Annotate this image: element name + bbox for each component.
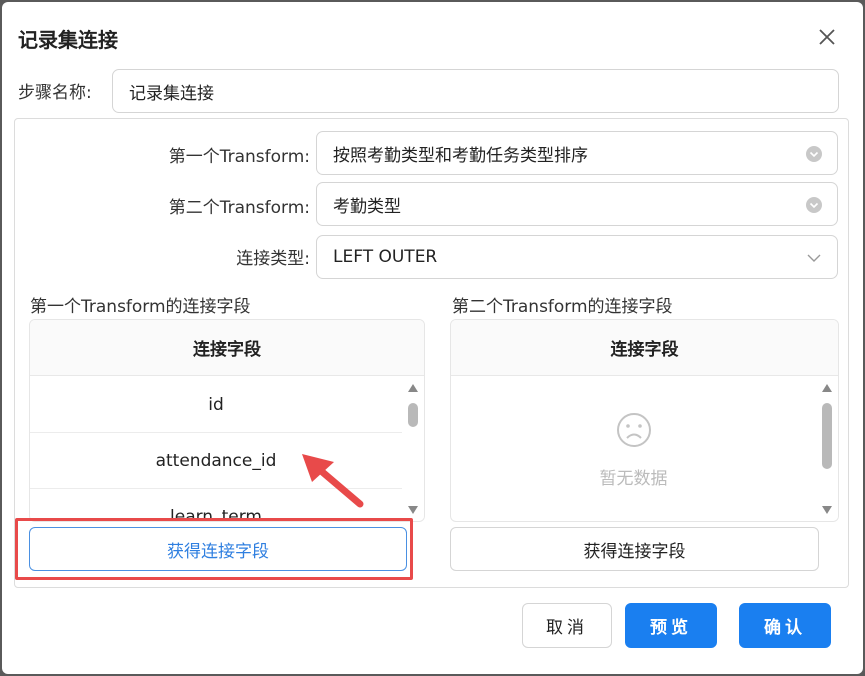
preview-button[interactable]: 预览 — [625, 603, 717, 648]
left-scroll-thumb[interactable] — [408, 403, 418, 427]
right-scroll-thumb[interactable] — [822, 403, 832, 469]
right-join-fields-table: 连接字段 暂无数据 — [450, 319, 839, 522]
scroll-down-icon[interactable] — [407, 505, 419, 515]
scroll-up-icon[interactable] — [821, 383, 833, 393]
left-table-header: 连接字段 — [30, 320, 424, 376]
close-icon[interactable] — [814, 24, 840, 50]
empty-state: 暂无数据 — [451, 377, 816, 521]
second-transform-label: 第二个Transform: — [168, 198, 310, 218]
join-type-value: LEFT OUTER — [333, 247, 438, 267]
scroll-up-icon[interactable] — [407, 383, 419, 393]
table-row[interactable]: learn_term — [30, 489, 402, 522]
right-section-title: 第二个Transform的连接字段 — [452, 297, 673, 317]
join-type-select[interactable]: LEFT OUTER — [316, 235, 838, 279]
left-table-scrollbar[interactable] — [402, 377, 424, 521]
first-transform-value: 按照考勤类型和考勤任务类型排序 — [333, 145, 588, 166]
left-join-fields-table: 连接字段 id attendance_id learn_term — [29, 319, 425, 522]
right-table-header: 连接字段 — [451, 320, 838, 376]
scroll-down-icon[interactable] — [821, 505, 833, 515]
get-left-fields-button[interactable]: 获得连接字段 — [29, 527, 407, 571]
confirm-button[interactable]: 确认 — [739, 603, 831, 648]
chevron-down-icon — [805, 249, 823, 267]
clear-circle-icon[interactable] — [805, 145, 823, 163]
empty-text: 暂无数据 — [599, 468, 668, 489]
table-row[interactable]: id — [30, 377, 402, 433]
join-type-label: 连接类型: — [236, 249, 310, 269]
first-transform-label: 第一个Transform: — [168, 147, 310, 167]
step-name-label: 步骤名称: — [18, 83, 92, 103]
second-transform-select[interactable]: 考勤类型 — [316, 182, 838, 226]
sad-face-icon — [614, 410, 654, 454]
first-transform-select[interactable]: 按照考勤类型和考勤任务类型排序 — [316, 131, 838, 175]
second-transform-value: 考勤类型 — [333, 196, 401, 217]
dialog-title: 记录集连接 — [18, 28, 118, 52]
right-table-scrollbar[interactable] — [816, 377, 838, 521]
cancel-button[interactable]: 取消 — [522, 603, 612, 648]
left-table-body: id attendance_id learn_term — [30, 377, 402, 521]
table-row[interactable]: attendance_id — [30, 433, 402, 489]
get-right-fields-button[interactable]: 获得连接字段 — [450, 527, 819, 571]
step-name-input[interactable] — [112, 69, 839, 113]
left-section-title: 第一个Transform的连接字段 — [30, 297, 251, 317]
clear-circle-icon[interactable] — [805, 196, 823, 214]
